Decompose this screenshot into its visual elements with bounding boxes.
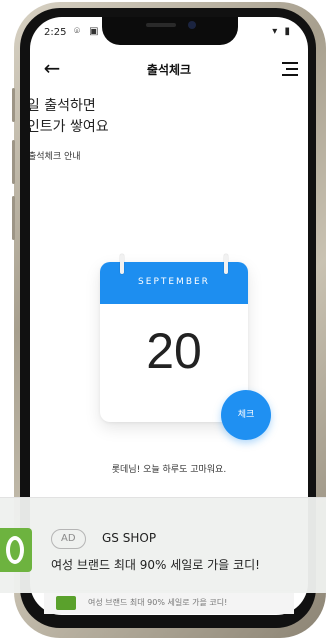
phone-volume-up [12,140,15,184]
inner-ad-logo [56,596,76,610]
check-in-button[interactable]: 체크 [221,390,271,440]
attendance-guide-link[interactable]: i 출석체크 안내 [30,149,81,162]
phone-notch [102,17,238,45]
gs-shop-logo-icon [0,528,32,572]
status-notification-icons: ⌾ ▣ [74,26,102,37]
calendar-day: 20 [146,323,202,379]
headline-line-1: 매일 출석하면 [30,98,96,114]
menu-line-bottom [282,74,298,76]
headline: 매일 출석하면 포인트가 쌓여요 [30,96,109,138]
calendar-ring-left [120,254,124,274]
phone-side-button [12,88,15,122]
app-header: ← 출석체크 [30,51,308,87]
status-signal-battery-icons: ▾ ▮ [272,26,292,37]
ad-advertiser-name: GS SHOP [102,531,157,545]
calendar-header: SEPTEMBER [100,254,248,304]
inner-ad-text: 여성 브랜드 최대 90% 세일로 가을 코디! [88,598,228,607]
status-time: 2:25 [44,27,67,38]
thank-you-message: 롯데님! 오늘 하루도 고마워요. [111,465,227,475]
calendar-ring-right [224,254,228,274]
front-camera [188,21,196,29]
speaker-grille [146,23,176,27]
ad-banner[interactable]: AD GS SHOP 여성 브랜드 최대 90% 세일로 가을 코디! [0,497,326,593]
menu-icon[interactable] [282,62,298,76]
attendance-guide-label: 출석체크 안내 [30,152,81,162]
inner-ad-strip[interactable]: 여성 브랜드 최대 90% 세일로 가을 코디! [44,590,294,614]
menu-line-middle [286,68,298,70]
status-bar: 2:25 ⌾ ▣ ▾ ▮ [30,17,308,47]
menu-line-top [282,62,298,64]
headline-line-2: 포인트가 쌓여요 [30,119,109,135]
calendar-month: SEPTEMBER [138,277,210,287]
phone-volume-down [12,196,15,240]
ad-copy-text: 여성 브랜드 최대 90% 세일로 가을 코디! [51,558,260,572]
logo-ring-shape [6,536,24,564]
page-title: 출석체크 [146,63,192,77]
ad-badge: AD [51,529,86,549]
